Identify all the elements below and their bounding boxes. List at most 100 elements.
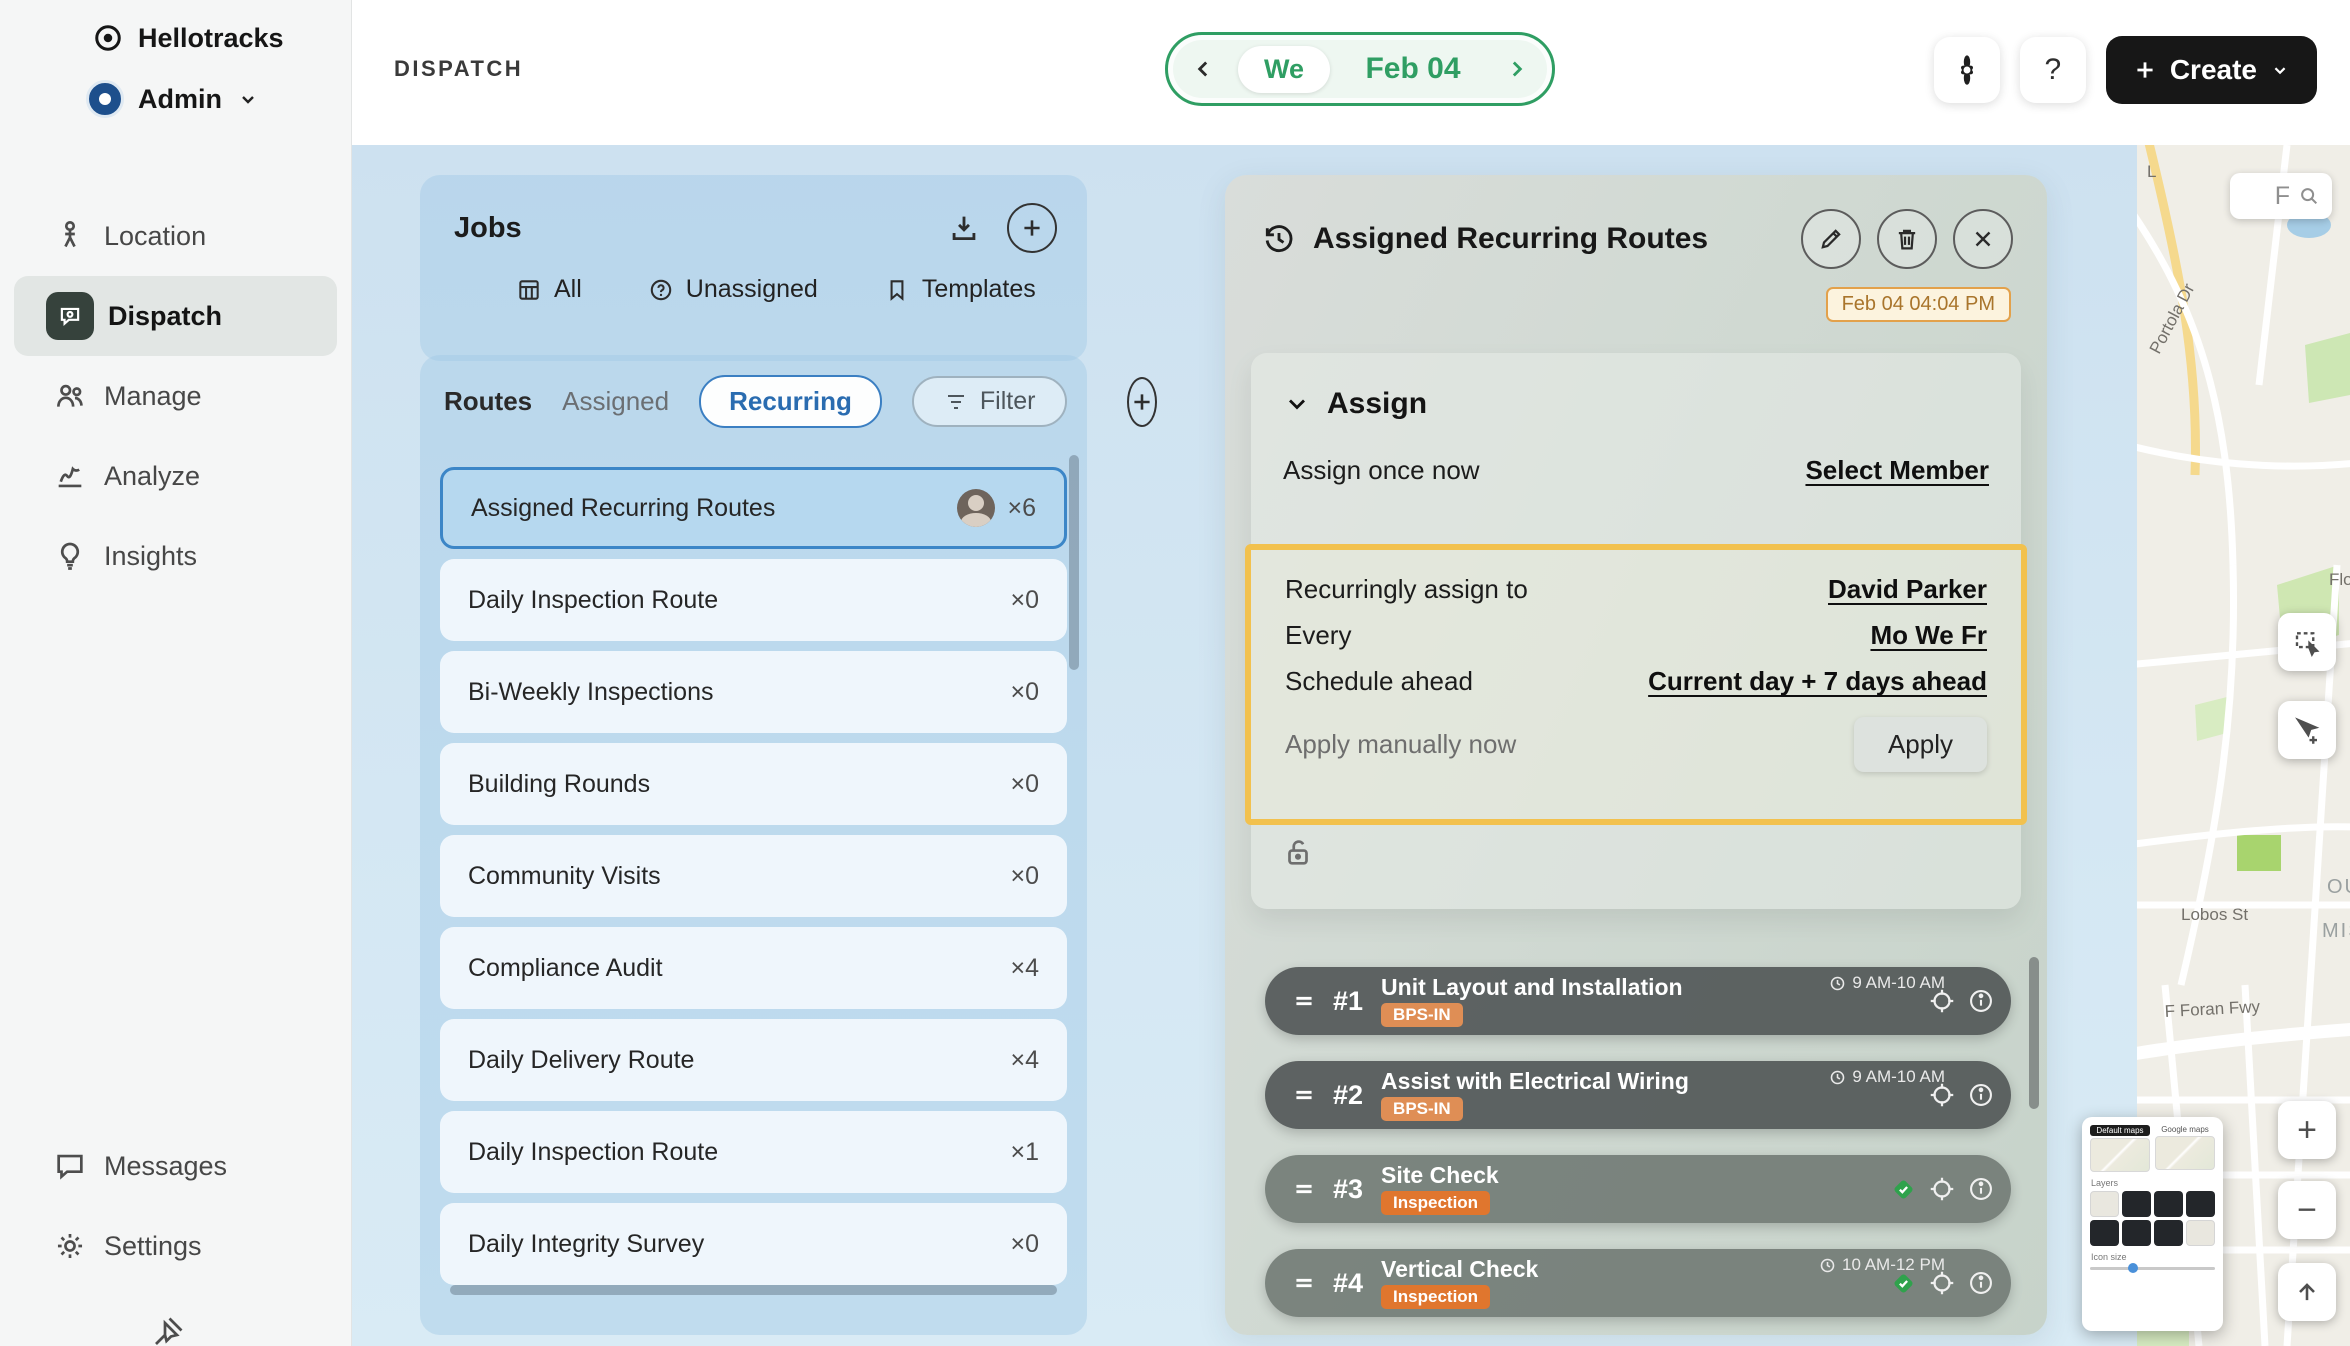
help-button[interactable]: ? bbox=[2020, 37, 2086, 103]
locate-target-icon[interactable] bbox=[1927, 986, 1957, 1016]
route-item[interactable]: Community Visits ×0 bbox=[440, 835, 1067, 917]
layer-style-tile[interactable] bbox=[2090, 1220, 2119, 1246]
tab-routes[interactable]: Routes bbox=[444, 386, 532, 417]
map-search-text: F bbox=[2275, 182, 2290, 211]
route-job-row[interactable]: #2 Assist with Electrical Wiring BPS-IN … bbox=[1265, 1061, 2011, 1129]
sidebar-item-dispatch[interactable]: Dispatch bbox=[14, 276, 337, 356]
sidebar-item-manage[interactable]: Manage bbox=[14, 356, 337, 436]
filter-button[interactable]: Filter bbox=[912, 376, 1068, 427]
ai-assistant-button[interactable] bbox=[1934, 37, 2000, 103]
layer-style-tile[interactable] bbox=[2090, 1191, 2119, 1217]
zoom-out-button[interactable]: − bbox=[2278, 1181, 2336, 1239]
tab-recurring[interactable]: Recurring bbox=[699, 375, 882, 428]
route-item[interactable]: Daily Inspection Route ×0 bbox=[440, 559, 1067, 641]
add-route-button[interactable] bbox=[1127, 377, 1157, 427]
tab-assigned[interactable]: Assigned bbox=[562, 386, 669, 417]
locate-target-icon[interactable] bbox=[1927, 1174, 1957, 1204]
icon-size-slider[interactable] bbox=[2090, 1267, 2215, 1270]
next-day-button[interactable] bbox=[1496, 49, 1536, 89]
zoom-in-button[interactable]: + bbox=[2278, 1101, 2336, 1159]
job-title: Unit Layout and Installation bbox=[1381, 975, 1683, 999]
locate-target-icon[interactable] bbox=[1927, 1080, 1957, 1110]
route-name: Compliance Audit bbox=[468, 954, 1010, 983]
route-item[interactable]: Daily Integrity Survey ×0 bbox=[440, 1203, 1067, 1285]
detail-vertical-scrollbar[interactable] bbox=[2029, 957, 2039, 1109]
layers-default-maps-option[interactable]: Default maps bbox=[2090, 1125, 2150, 1172]
brand[interactable]: Hellotracks bbox=[92, 16, 284, 60]
route-count: ×0 bbox=[1010, 862, 1039, 891]
sidebar-item-insights[interactable]: Insights bbox=[14, 516, 337, 596]
map-search-input[interactable]: F bbox=[2230, 173, 2332, 219]
info-icon[interactable] bbox=[1967, 1081, 1995, 1109]
jobs-tab-unassigned[interactable]: Unassigned bbox=[648, 275, 818, 304]
collapse-pin-icon[interactable] bbox=[150, 1314, 190, 1346]
sidebar-item-settings[interactable]: Settings bbox=[14, 1206, 337, 1286]
selection-rect-icon bbox=[2292, 627, 2322, 657]
sidebar-item-analyze[interactable]: Analyze bbox=[14, 436, 337, 516]
job-title: Site Check bbox=[1381, 1163, 1499, 1187]
route-item[interactable]: Assigned Recurring Routes ×6 bbox=[440, 467, 1067, 549]
weekday-pill[interactable]: We bbox=[1238, 46, 1330, 93]
layers-google-maps-option[interactable]: Google maps bbox=[2155, 1125, 2215, 1172]
route-job-row[interactable]: #3 Site Check Inspection bbox=[1265, 1155, 2011, 1223]
account-switcher[interactable]: Admin bbox=[86, 76, 260, 122]
delete-route-button[interactable] bbox=[1877, 209, 1937, 269]
info-icon[interactable] bbox=[1967, 1175, 1995, 1203]
map-select-area-button[interactable] bbox=[2278, 613, 2336, 671]
info-icon[interactable] bbox=[1967, 987, 1995, 1015]
prev-day-button[interactable] bbox=[1184, 49, 1224, 89]
route-detail-panel: Assigned Recurring Routes Feb 04 04:04 P… bbox=[1225, 175, 2047, 1335]
recurrence-days-link[interactable]: Mo We Fr bbox=[1870, 620, 1987, 651]
schedule-ahead-link[interactable]: Current day + 7 days ahead bbox=[1648, 666, 1987, 697]
messages-icon bbox=[50, 1146, 90, 1186]
route-item[interactable]: Daily Delivery Route ×4 bbox=[440, 1019, 1067, 1101]
drag-handle-icon[interactable] bbox=[1291, 1176, 1317, 1202]
scroll-top-button[interactable] bbox=[2278, 1263, 2336, 1321]
layer-style-tile[interactable] bbox=[2122, 1220, 2151, 1246]
current-date[interactable]: Feb 04 bbox=[1344, 52, 1482, 86]
route-item[interactable]: Bi-Weekly Inspections ×0 bbox=[440, 651, 1067, 733]
route-count: ×4 bbox=[1010, 1046, 1039, 1075]
layer-style-tile[interactable] bbox=[2122, 1191, 2151, 1217]
select-member-link[interactable]: Select Member bbox=[1805, 455, 1989, 486]
layer-style-tile[interactable] bbox=[2154, 1220, 2183, 1246]
unlock-icon[interactable] bbox=[1281, 835, 1317, 871]
sidebar-item-location[interactable]: Location bbox=[14, 196, 337, 276]
add-job-button[interactable] bbox=[1007, 203, 1057, 253]
filter-label: Filter bbox=[980, 387, 1036, 416]
import-jobs-button[interactable] bbox=[939, 203, 989, 253]
job-number: #2 bbox=[1333, 1080, 1363, 1111]
route-job-row[interactable]: #4 Vertical Check Inspection 10 AM-12 PM bbox=[1265, 1249, 2011, 1317]
clock-icon bbox=[1819, 1257, 1836, 1274]
drag-handle-icon[interactable] bbox=[1291, 988, 1317, 1014]
close-panel-button[interactable] bbox=[1953, 209, 2013, 269]
plus-icon bbox=[1019, 215, 1045, 241]
google-maps-thumb bbox=[2155, 1136, 2215, 1170]
route-item[interactable]: Daily Inspection Route ×1 bbox=[440, 1111, 1067, 1193]
edit-route-button[interactable] bbox=[1801, 209, 1861, 269]
recurring-assignee-link[interactable]: David Parker bbox=[1828, 574, 1987, 605]
analyze-icon bbox=[50, 456, 90, 496]
route-item[interactable]: Compliance Audit ×4 bbox=[440, 927, 1067, 1009]
routes-vertical-scrollbar[interactable] bbox=[1069, 455, 1079, 670]
drag-handle-icon[interactable] bbox=[1291, 1082, 1317, 1108]
jobs-tab-all[interactable]: All bbox=[516, 275, 582, 304]
routes-horizontal-scrollbar[interactable] bbox=[450, 1285, 1057, 1295]
layer-style-tile[interactable] bbox=[2154, 1191, 2183, 1217]
assign-section-header[interactable]: Assign bbox=[1251, 353, 2021, 421]
locate-target-icon[interactable] bbox=[1927, 1268, 1957, 1298]
jobs-tab-templates[interactable]: Templates bbox=[884, 275, 1036, 304]
bookmark-icon bbox=[884, 277, 910, 303]
create-button[interactable]: Create bbox=[2106, 36, 2317, 104]
info-icon[interactable] bbox=[1967, 1269, 1995, 1297]
route-job-row[interactable]: #1 Unit Layout and Installation BPS-IN 9… bbox=[1265, 967, 2011, 1035]
sidebar-item-messages[interactable]: Messages bbox=[14, 1126, 337, 1206]
route-item[interactable]: Building Rounds ×0 bbox=[440, 743, 1067, 825]
map-add-pin-button[interactable] bbox=[2278, 701, 2336, 759]
apply-button[interactable]: Apply bbox=[1854, 717, 1987, 772]
layer-style-tile[interactable] bbox=[2186, 1220, 2215, 1246]
layer-style-tile[interactable] bbox=[2186, 1191, 2215, 1217]
sidebar-item-label: Insights bbox=[104, 541, 197, 572]
job-badge: Inspection bbox=[1381, 1191, 1490, 1215]
drag-handle-icon[interactable] bbox=[1291, 1270, 1317, 1296]
